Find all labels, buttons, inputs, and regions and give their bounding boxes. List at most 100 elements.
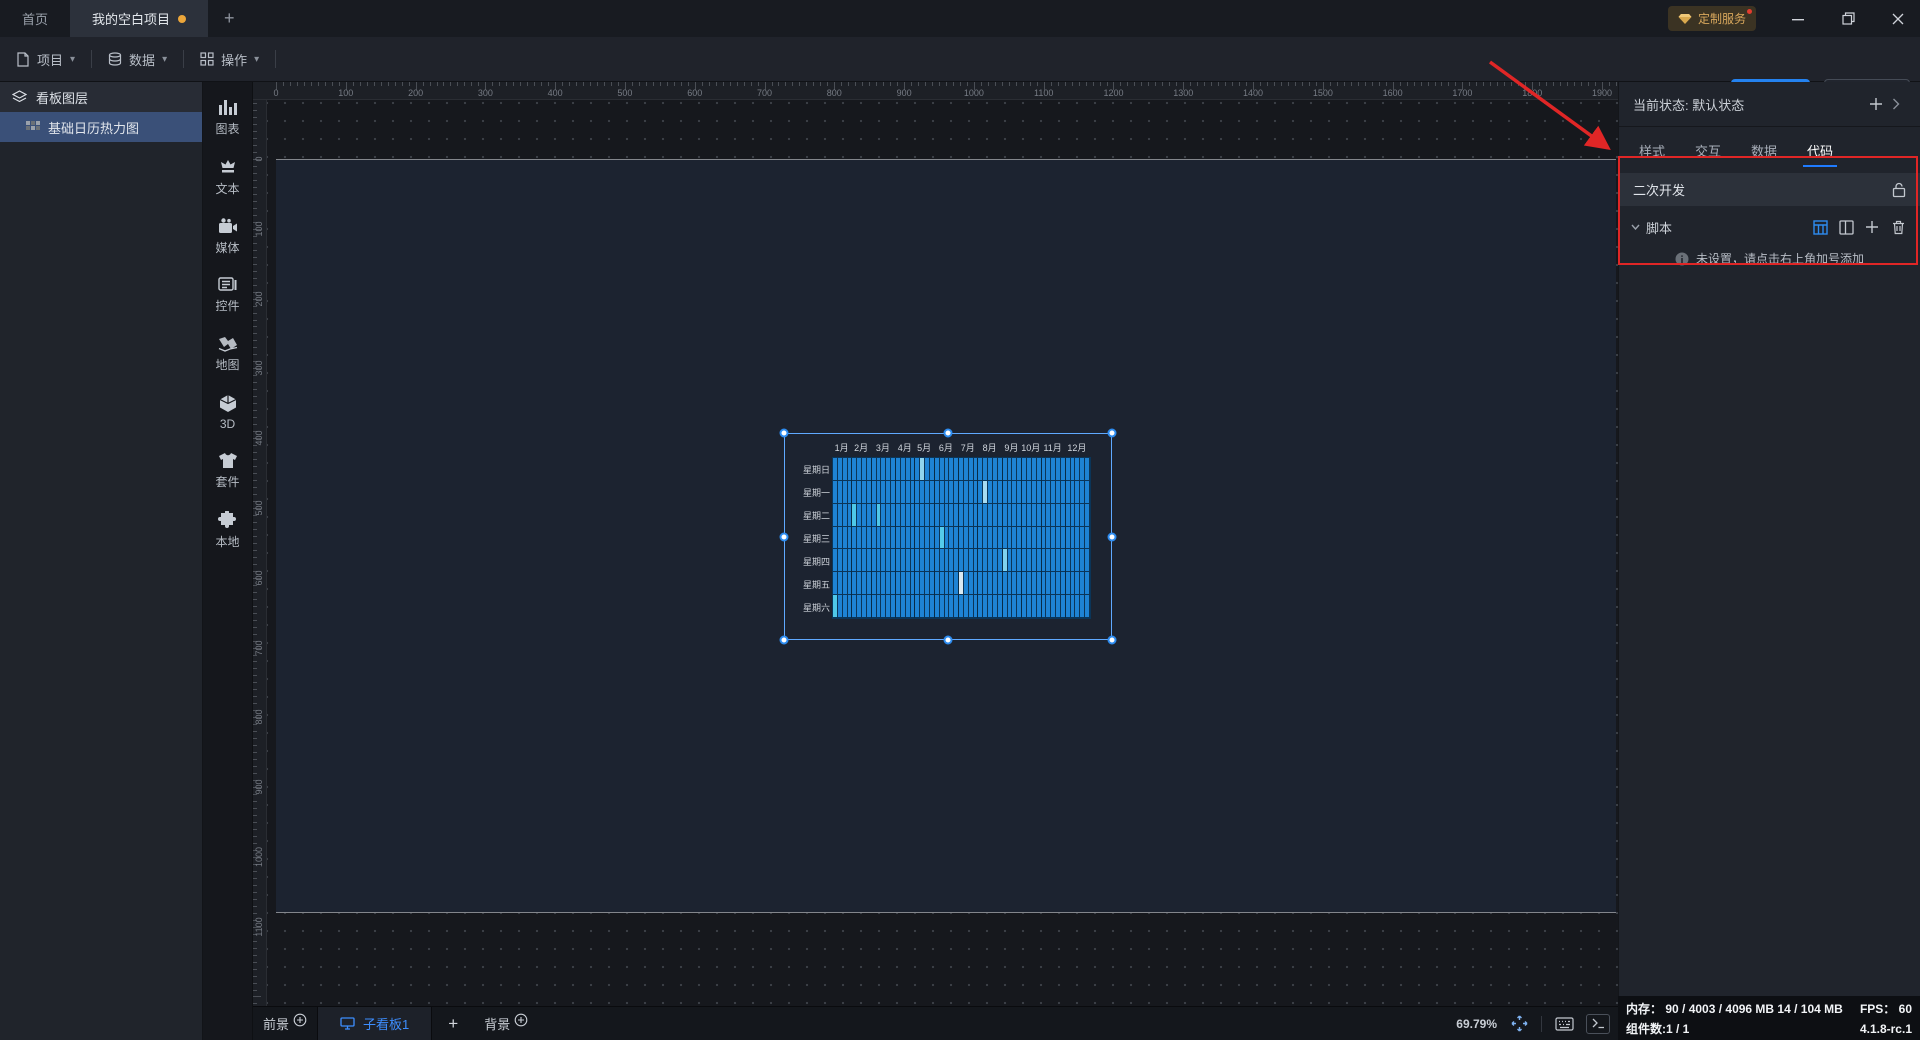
canvas-viewport[interactable]: 0 100 200 300 400 500 600 700 800 900 1000 1100 1200… bbox=[253, 82, 1618, 1006]
toolbar-item-kits[interactable]: 套件 bbox=[203, 448, 253, 494]
board-tab-sub1[interactable]: 子看板1 bbox=[317, 1006, 433, 1040]
layers-panel: 看板图层 基础日历热力图 bbox=[0, 82, 203, 1040]
menu-project[interactable]: 项目 ▾ bbox=[0, 37, 91, 81]
toolbar-item-controls[interactable]: 控件 bbox=[203, 273, 253, 318]
expand-states-button[interactable] bbox=[1886, 94, 1906, 114]
chevron-down-icon: ▾ bbox=[70, 53, 76, 65]
ruler-label: 1900 bbox=[1591, 88, 1613, 98]
ruler-label: 300 bbox=[477, 88, 493, 98]
resize-handle[interactable] bbox=[1107, 532, 1117, 541]
custom-service-badge[interactable]: 定制服务 bbox=[1667, 6, 1756, 31]
resize-handle[interactable] bbox=[943, 428, 953, 438]
vertical-ruler: -100010020030040050060070080090010001100 bbox=[253, 100, 267, 1006]
toolbar-item-map[interactable]: 地图 bbox=[203, 331, 253, 377]
toolbar-item-charts[interactable]: 图表 bbox=[203, 94, 253, 141]
background-toggle[interactable]: 背景 bbox=[474, 1013, 538, 1033]
layer-item-calendar-heatmap[interactable]: 基础日历热力图 bbox=[0, 112, 202, 142]
zoom-level-value[interactable]: 69.79% bbox=[1456, 1017, 1497, 1031]
script-table-button[interactable] bbox=[1810, 217, 1830, 237]
empty-hint-text: 未设置，请点击右上角加号添加 bbox=[1695, 252, 1864, 266]
toolbar-item-3d[interactable]: 3D bbox=[203, 390, 253, 435]
diamond-icon bbox=[1678, 13, 1692, 24]
tab-interaction[interactable]: 交互 bbox=[1695, 127, 1721, 173]
divider bbox=[1541, 1015, 1542, 1032]
status-bar: 内存： 90 / 4003 / 4096 MB 14 / 104 MB FPS：… bbox=[1618, 996, 1920, 1040]
resize-handle[interactable] bbox=[1107, 428, 1117, 438]
minimize-icon bbox=[1792, 18, 1804, 20]
fit-view-button[interactable] bbox=[1507, 1014, 1531, 1034]
state-label: 当前状态: bbox=[1633, 97, 1689, 113]
component-toolbar: 图表 文本 媒体 控件 地图 3D 套件 本地 bbox=[203, 82, 253, 1040]
script-delete-button[interactable] bbox=[1888, 217, 1908, 237]
shortcut-keys-button[interactable] bbox=[1552, 1014, 1576, 1034]
toolbar-item-text[interactable]: 文本 bbox=[203, 154, 253, 201]
window-maximize-button[interactable] bbox=[1826, 0, 1870, 37]
lock-icon[interactable] bbox=[1892, 182, 1906, 198]
ruler-label: 900 bbox=[896, 88, 912, 98]
tab-style[interactable]: 样式 bbox=[1639, 127, 1665, 173]
toolbar-label: 文本 bbox=[215, 182, 240, 196]
toolbar-label: 套件 bbox=[215, 475, 240, 489]
resize-handle[interactable] bbox=[779, 635, 789, 645]
tab-home[interactable]: 首页 bbox=[0, 0, 70, 37]
layout-columns-icon bbox=[1838, 219, 1854, 235]
bar-chart-icon bbox=[218, 100, 237, 115]
menu-operations[interactable]: 操作 ▾ bbox=[184, 37, 275, 81]
ruler-label: 400 bbox=[547, 88, 563, 98]
ruler-label: 1100 bbox=[254, 917, 264, 937]
console-button[interactable] bbox=[1586, 1013, 1610, 1034]
window-minimize-button[interactable] bbox=[1776, 0, 1820, 37]
add-state-button[interactable] bbox=[1866, 94, 1886, 114]
divider bbox=[275, 50, 277, 68]
canvas-bottom-bar: 前景 子看板1 + 背景 69.79% bbox=[253, 1006, 1618, 1040]
toolbar-item-media[interactable]: 媒体 bbox=[203, 214, 253, 260]
board-icon bbox=[340, 1017, 355, 1030]
script-add-button[interactable] bbox=[1862, 217, 1882, 237]
ruler-label: 1100 bbox=[1034, 88, 1054, 98]
ruler-label: 1800 bbox=[1522, 88, 1543, 98]
resize-handle[interactable] bbox=[779, 428, 789, 438]
ruler-label: 1600 bbox=[1382, 88, 1403, 98]
keyboard-icon bbox=[1554, 1016, 1574, 1031]
tab-interaction-label: 交互 bbox=[1695, 143, 1722, 159]
script-layout-button[interactable] bbox=[1836, 217, 1856, 237]
plus-circle-icon bbox=[293, 1013, 307, 1026]
notification-dot-icon bbox=[1747, 9, 1752, 14]
layers-panel-title: 看板图层 bbox=[36, 90, 89, 106]
memory-stat: 内存： 90 / 4003 / 4096 MB 14 / 104 MB bbox=[1626, 1002, 1843, 1016]
maximize-icon bbox=[1841, 12, 1855, 25]
control-panel-icon bbox=[218, 277, 237, 291]
resize-handle[interactable] bbox=[1107, 635, 1117, 645]
new-tab-button[interactable]: + bbox=[208, 0, 251, 37]
ruler-label: 300 bbox=[254, 360, 264, 376]
tab-code[interactable]: 代码 bbox=[1803, 127, 1838, 173]
tab-project[interactable]: 我的空白项目 bbox=[70, 0, 209, 37]
ruler-label: 1300 bbox=[1173, 88, 1194, 98]
ruler-label: 1000 bbox=[963, 88, 984, 98]
plus-icon bbox=[1866, 221, 1878, 233]
window-close-button[interactable] bbox=[1876, 0, 1920, 37]
puzzle-icon bbox=[218, 511, 236, 528]
background-label: 背景 bbox=[484, 1017, 511, 1032]
selection-outline bbox=[784, 433, 1112, 640]
toolbar-item-local[interactable]: 本地 bbox=[203, 507, 253, 554]
resize-handle[interactable] bbox=[779, 532, 789, 541]
tab-home-label: 首页 bbox=[22, 12, 49, 27]
tab-data[interactable]: 数据 bbox=[1751, 127, 1777, 173]
ruler-label: 100 bbox=[254, 221, 264, 237]
menu-data[interactable]: 数据 ▾ bbox=[92, 37, 183, 81]
file-icon bbox=[17, 51, 29, 67]
table-icon bbox=[1812, 219, 1828, 235]
resize-handle[interactable] bbox=[943, 635, 953, 645]
fps-stat: FPS： 60 bbox=[1859, 1002, 1912, 1016]
chevron-down-icon[interactable] bbox=[1631, 224, 1640, 230]
tshirt-icon bbox=[218, 453, 237, 468]
add-board-button[interactable]: + bbox=[432, 1014, 474, 1034]
app-window: 首页 我的空白项目 + 定制服务 项目 ▾ 数据 ▾ 操作 ▾ 看板图层 基础日… bbox=[0, 0, 1920, 1040]
board-tab-label: 子看板1 bbox=[363, 1017, 410, 1032]
foreground-toggle[interactable]: 前景 bbox=[253, 1013, 317, 1033]
current-state-row: 当前状态: 默认状态 bbox=[1619, 82, 1920, 127]
calendar-heatmap-component[interactable]: 1月 2月 3月 4月 5月 6月 7月 8月 9月 10月 11月 12月 星期日 星期一 星期二 星期三… bbox=[779, 428, 1117, 645]
ruler-label: 700 bbox=[254, 640, 264, 656]
tab-style-label: 样式 bbox=[1639, 143, 1666, 159]
